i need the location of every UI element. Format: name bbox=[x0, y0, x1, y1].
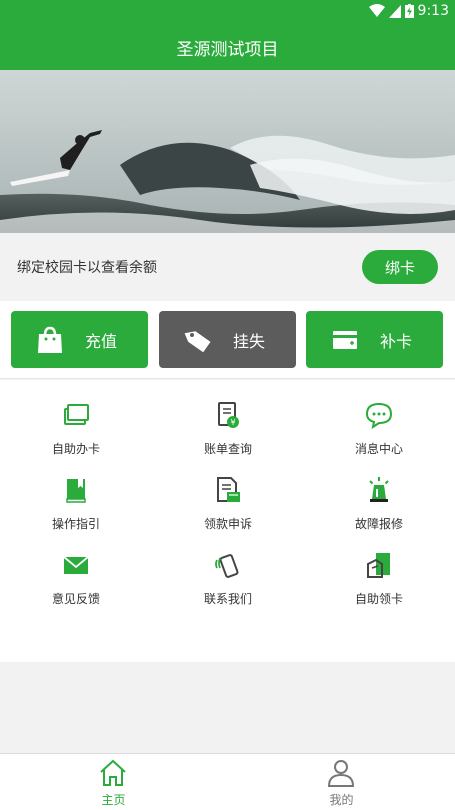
grid-item-bill-query[interactable]: ¥ 账单查询 bbox=[152, 388, 304, 463]
shopping-bag-icon bbox=[38, 326, 62, 353]
grid-label: 自助办卡 bbox=[51, 442, 100, 456]
chat-icon bbox=[365, 402, 393, 430]
grid-item-operation-guide[interactable]: 操作指引 bbox=[0, 463, 152, 538]
wifi-icon bbox=[368, 4, 385, 17]
card-receive-icon bbox=[367, 553, 390, 578]
card-icon bbox=[333, 330, 357, 349]
home-icon bbox=[100, 759, 126, 786]
status-icons: 9:13 bbox=[368, 3, 449, 19]
grid-label: 操作指引 bbox=[51, 517, 100, 531]
envelope-icon bbox=[63, 556, 89, 574]
tag-icon bbox=[184, 330, 211, 352]
bottom-tab-bar: 主页 我的 bbox=[0, 753, 455, 810]
replace-card-label: 补卡 bbox=[380, 331, 413, 351]
recharge-label: 充值 bbox=[85, 331, 118, 351]
grid-label: 领款申诉 bbox=[203, 517, 252, 531]
grid-label: 自助领卡 bbox=[354, 592, 403, 606]
grid-item-self-collect-card[interactable]: 自助领卡 bbox=[303, 538, 455, 613]
bind-card-prompt: 绑定校园卡以查看余额 bbox=[17, 260, 157, 276]
alarm-light-icon bbox=[369, 477, 389, 502]
card-stack-icon bbox=[64, 404, 89, 425]
grid-label: 意见反馈 bbox=[51, 592, 100, 606]
replace-card-button[interactable]: 补卡 bbox=[306, 311, 443, 368]
banner-image[interactable] bbox=[0, 70, 455, 233]
tab-me[interactable]: 我的 bbox=[228, 754, 455, 810]
tab-home[interactable]: 主页 bbox=[0, 754, 227, 810]
battery-icon bbox=[404, 4, 414, 18]
app-title-bar: 圣源测试项目 bbox=[0, 24, 455, 70]
grid-item-payment-appeal[interactable]: 领款申诉 bbox=[152, 463, 304, 538]
grid-item-contact-us[interactable]: 联系我们 bbox=[152, 538, 304, 613]
book-icon bbox=[66, 479, 86, 503]
grid-label: 账单查询 bbox=[203, 442, 252, 456]
tab-home-label: 主页 bbox=[101, 793, 126, 807]
service-grid: 自助办卡 ¥ 账单查询 消息中心 操作指引 领款申诉 故障报修 意见反馈 联系我… bbox=[0, 380, 455, 662]
grid-item-self-apply-card[interactable]: 自助办卡 bbox=[0, 388, 152, 463]
report-loss-button[interactable]: 挂失 bbox=[159, 311, 296, 368]
report-loss-label: 挂失 bbox=[233, 331, 266, 351]
user-icon bbox=[327, 760, 355, 787]
grid-label: 联系我们 bbox=[203, 592, 252, 606]
bill-icon: ¥ bbox=[218, 402, 239, 428]
status-bar: 9:13 bbox=[0, 0, 455, 24]
app-title: 圣源测试项目 bbox=[176, 39, 279, 60]
svg-text:¥: ¥ bbox=[230, 418, 235, 427]
bind-card-button[interactable]: 绑卡 bbox=[362, 250, 438, 284]
grid-label: 消息中心 bbox=[354, 442, 403, 456]
tab-me-label: 我的 bbox=[329, 793, 354, 807]
surf-photo bbox=[0, 70, 455, 233]
document-icon bbox=[217, 477, 240, 502]
status-time: 9:13 bbox=[417, 3, 449, 19]
phone-icon bbox=[215, 554, 239, 578]
grid-label: 故障报修 bbox=[354, 517, 403, 531]
grid-item-fault-repair[interactable]: 故障报修 bbox=[303, 463, 455, 538]
recharge-button[interactable]: 充值 bbox=[11, 311, 148, 368]
signal-icon bbox=[388, 5, 401, 18]
grid-item-feedback[interactable]: 意见反馈 bbox=[0, 538, 152, 613]
quick-actions: 充值 挂失 补卡 bbox=[0, 301, 455, 379]
grid-item-message-center[interactable]: 消息中心 bbox=[303, 388, 455, 463]
